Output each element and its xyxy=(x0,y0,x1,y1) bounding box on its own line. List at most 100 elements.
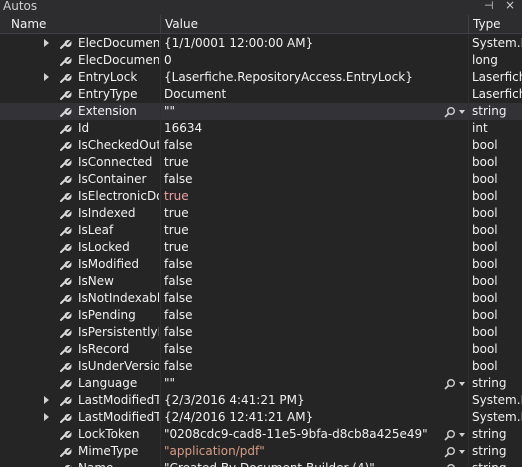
column-gridline xyxy=(468,239,469,256)
variable-row[interactable]: IsModified false bool xyxy=(0,256,522,273)
column-gridline xyxy=(160,426,161,443)
variable-value[interactable]: false xyxy=(164,290,439,307)
variable-row[interactable]: Language "" string xyxy=(0,375,522,392)
variable-value[interactable]: 0 xyxy=(164,52,439,69)
variable-value[interactable]: 16634 xyxy=(164,120,439,137)
variable-row[interactable]: IsPending false bool xyxy=(0,307,522,324)
close-icon[interactable]: × xyxy=(505,0,515,12)
variable-row[interactable]: LastModifiedTir {2/4/2016 12:41:21 AM} Sys… xyxy=(0,409,522,426)
variable-value[interactable]: Document xyxy=(164,86,439,103)
variable-row[interactable]: MimeType "application/pdf" string xyxy=(0,443,522,460)
variable-value[interactable]: {1/1/0001 12:00:00 AM} xyxy=(164,35,439,52)
variable-row[interactable]: Name "Created By Document Builder (4)" str… xyxy=(0,460,522,467)
expand-arrow-icon[interactable] xyxy=(44,396,49,404)
variable-value[interactable]: false xyxy=(164,137,439,154)
variable-value[interactable]: true xyxy=(164,154,439,171)
variable-value[interactable]: false xyxy=(164,307,439,324)
variable-row[interactable]: IsNotIndexable false bool xyxy=(0,290,522,307)
property-wrench-icon xyxy=(60,226,72,236)
property-wrench-icon xyxy=(60,260,72,270)
column-divider[interactable] xyxy=(160,15,161,33)
expand-arrow-icon[interactable] xyxy=(44,73,49,81)
variable-row[interactable]: IsIndexed true bool xyxy=(0,205,522,222)
magnifier-visualizer-icon[interactable] xyxy=(444,429,456,441)
variable-row[interactable]: IsPersistentlyLo false bool xyxy=(0,324,522,341)
variable-value[interactable]: {Laserfiche.RepositoryAccess.EntryLock} xyxy=(164,69,439,86)
variable-name: IsModified xyxy=(78,257,139,271)
variable-row[interactable]: Id 16634 int xyxy=(0,120,522,137)
variable-value[interactable]: false xyxy=(164,341,439,358)
variable-value[interactable]: false xyxy=(164,273,439,290)
column-header-name[interactable]: Name xyxy=(11,15,46,33)
variable-value[interactable]: true xyxy=(164,188,439,205)
property-wrench-icon xyxy=(60,447,72,457)
visualizer-dropdown-icon[interactable] xyxy=(459,433,465,437)
column-gridline xyxy=(160,460,161,467)
variable-type: bool xyxy=(472,223,498,237)
variable-name: LastModifiedTir xyxy=(78,393,159,407)
column-gridline xyxy=(468,137,469,154)
variable-row[interactable]: IsUnderVersionC false bool xyxy=(0,358,522,375)
variable-value[interactable]: "Created By Document Builder (4)" xyxy=(164,460,439,467)
variable-row[interactable]: LastModifiedTir {2/3/2016 4:41:21 PM} Syst… xyxy=(0,392,522,409)
variable-row[interactable]: ElecDocumentS 0 long xyxy=(0,52,522,69)
column-gridline xyxy=(160,324,161,341)
expand-arrow-icon[interactable] xyxy=(44,39,49,47)
variable-name: IsElectronicDoc xyxy=(78,189,159,203)
variable-row[interactable]: IsRecord false bool xyxy=(0,341,522,358)
variable-value[interactable]: true xyxy=(164,239,439,256)
variable-row[interactable]: IsLocked true bool xyxy=(0,239,522,256)
property-wrench-icon xyxy=(60,430,72,440)
variable-row[interactable]: ElecDocumentL {1/1/0001 12:00:00 AM} Syste… xyxy=(0,35,522,52)
property-wrench-icon xyxy=(60,413,72,423)
variable-row[interactable]: IsNew false bool xyxy=(0,273,522,290)
column-gridline xyxy=(160,120,161,137)
property-wrench-icon xyxy=(60,56,72,66)
expand-arrow-icon[interactable] xyxy=(44,413,49,421)
variable-row[interactable]: IsConnected true bool xyxy=(0,154,522,171)
variable-value[interactable]: "" xyxy=(164,375,439,392)
column-gridline xyxy=(160,239,161,256)
variable-row[interactable]: LockToken "0208cdc9-cad8-11e5-9bfa-d8cb8a… xyxy=(0,426,522,443)
variable-value[interactable]: false xyxy=(164,171,439,188)
property-wrench-icon xyxy=(60,345,72,355)
magnifier-visualizer-icon[interactable] xyxy=(444,446,456,458)
visualizer-dropdown-icon[interactable] xyxy=(459,110,465,114)
variable-type: string xyxy=(472,376,507,390)
variable-row[interactable]: EntryType Document Laserfich xyxy=(0,86,522,103)
column-gridline xyxy=(160,205,161,222)
variable-value[interactable]: true xyxy=(164,222,439,239)
variable-value[interactable]: {2/3/2016 4:41:21 PM} xyxy=(164,392,439,409)
variable-value[interactable]: true xyxy=(164,205,439,222)
property-wrench-icon xyxy=(60,243,72,253)
pin-icon[interactable]: ⊣ xyxy=(484,0,494,12)
visualizer-dropdown-icon[interactable] xyxy=(459,382,465,386)
column-header-value[interactable]: Value xyxy=(165,15,198,33)
variable-value[interactable]: "" xyxy=(164,103,439,120)
column-gridline xyxy=(160,273,161,290)
column-divider[interactable] xyxy=(468,15,469,33)
magnifier-visualizer-icon[interactable] xyxy=(444,106,456,118)
property-wrench-icon xyxy=(60,396,72,406)
magnifier-visualizer-icon[interactable] xyxy=(444,463,456,467)
column-gridline xyxy=(160,443,161,460)
variable-value[interactable]: false xyxy=(164,358,439,375)
variable-name: Name xyxy=(78,460,159,467)
variable-value[interactable]: "application/pdf" xyxy=(164,443,439,460)
variable-name: IsLocked xyxy=(78,240,130,254)
variable-value[interactable]: "0208cdc9-cad8-11e5-9bfa-d8cb8a425e49" xyxy=(164,426,439,443)
variable-row[interactable]: IsLeaf true bool xyxy=(0,222,522,239)
visualizer-dropdown-icon[interactable] xyxy=(459,450,465,454)
variable-value[interactable]: false xyxy=(164,324,439,341)
magnifier-visualizer-icon[interactable] xyxy=(444,378,456,390)
property-wrench-icon xyxy=(60,379,72,389)
variable-row[interactable]: IsCheckedOut false bool xyxy=(0,137,522,154)
variable-name: Language xyxy=(78,376,138,390)
variable-value[interactable]: {2/4/2016 12:41:21 AM} xyxy=(164,409,439,426)
variable-value[interactable]: false xyxy=(164,256,439,273)
variable-row[interactable]: IsContainer false bool xyxy=(0,171,522,188)
variable-row[interactable]: EntryLock {Laserfiche.RepositoryAccess.En… xyxy=(0,69,522,86)
variable-row[interactable]: IsElectronicDoc true bool xyxy=(0,188,522,205)
column-header-type[interactable]: Type xyxy=(473,15,501,33)
variable-row[interactable]: Extension "" string xyxy=(0,103,522,120)
